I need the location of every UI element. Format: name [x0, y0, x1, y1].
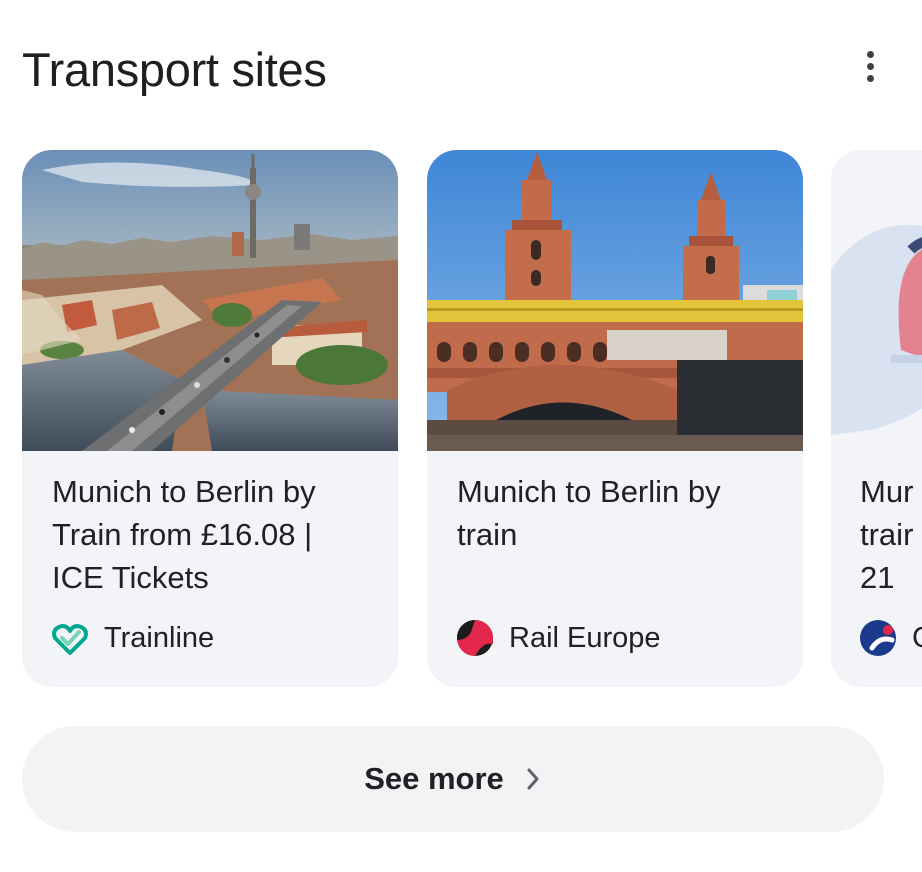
section-title: Transport sites — [22, 43, 327, 96]
partial-source-logo-icon — [860, 620, 896, 656]
result-card-rail-europe[interactable]: Munich to Berlin by train Rail Europe — [427, 150, 803, 687]
train-illustration-image — [831, 150, 922, 451]
source-name: C — [912, 622, 922, 655]
see-more-label: See more — [364, 761, 504, 796]
card-source: C — [858, 618, 922, 658]
rail-europe-logo-icon — [457, 620, 493, 656]
card-source: Rail Europe — [455, 618, 661, 658]
transport-sites-module: Transport sites Munich to Berlin by Trai… — [0, 0, 922, 872]
card-caption: Munich to Berlin by train — [457, 474, 721, 552]
more-vert-icon — [866, 50, 874, 58]
trainline-logo-icon — [52, 624, 88, 655]
berlin-aerial-tv-tower-image — [22, 150, 398, 451]
result-card-trainline[interactable]: Munich to Berlin by Train from £16.08 | … — [22, 150, 398, 687]
card-caption: Mur trair 21 — [860, 474, 914, 595]
chevron-right-icon — [527, 768, 539, 790]
card-caption: Munich to Berlin by Train from £16.08 | … — [52, 474, 316, 595]
source-name: Trainline — [104, 621, 215, 654]
result-card-partial[interactable]: Mur trair 21 C — [831, 150, 922, 687]
oberbaum-bridge-image — [427, 150, 803, 451]
see-more-button[interactable]: See more — [22, 726, 884, 832]
card-source: Trainline — [50, 618, 214, 658]
source-name: Rail Europe — [509, 621, 661, 654]
more-options-button[interactable] — [850, 46, 890, 86]
